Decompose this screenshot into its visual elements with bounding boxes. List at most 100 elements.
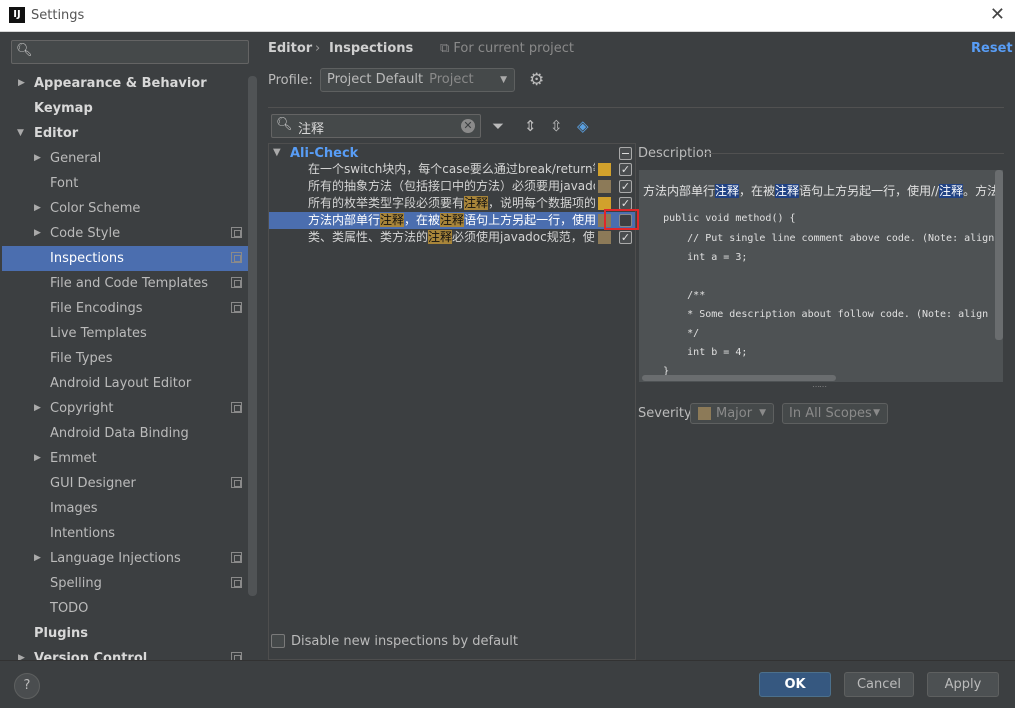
project-scope-icon bbox=[231, 252, 242, 263]
severity-color-swatch bbox=[698, 407, 711, 420]
chevron-down-icon[interactable]: ▼ bbox=[273, 147, 281, 158]
inspection-checkbox[interactable]: ✓ bbox=[619, 163, 632, 176]
sidebar-item-label: Color Scheme bbox=[50, 201, 141, 216]
inspection-row[interactable]: 所有的枚举类型字段必须要有注释，说明每个数据项的用途 ✓ bbox=[269, 195, 635, 212]
chevron-right-icon[interactable]: ▶ bbox=[34, 396, 41, 421]
settings-search-input[interactable]: 🔍︎ bbox=[11, 40, 249, 64]
ok-button[interactable]: OK bbox=[759, 672, 831, 697]
code-line: * Some description about follow code. (N… bbox=[639, 309, 989, 320]
chevron-right-icon[interactable]: ▶ bbox=[34, 546, 41, 571]
sidebar-item-code-style[interactable]: ▶ Code Style bbox=[2, 221, 257, 246]
inspection-row-selected[interactable]: 方法内部单行注释，在被注释语句上方另起一行，使用//注释 bbox=[269, 212, 635, 229]
sidebar-item-appearance-behavior[interactable]: ▶ Appearance & Behavior bbox=[2, 71, 257, 96]
sidebar-item-label: Inspections bbox=[50, 251, 124, 266]
sidebar-item-font[interactable]: Font bbox=[2, 171, 257, 196]
close-icon[interactable]: ✕ bbox=[990, 5, 1005, 25]
sidebar-item-file-code-templates[interactable]: File and Code Templates bbox=[2, 271, 257, 296]
cancel-button[interactable]: Cancel bbox=[844, 672, 914, 697]
sidebar-item-editor[interactable]: ▼ Editor bbox=[2, 121, 257, 146]
breadcrumb-editor: Editor bbox=[268, 41, 313, 56]
scope-value: In All Scopes bbox=[789, 406, 872, 421]
sidebar-item-label: File Encodings bbox=[50, 301, 143, 316]
for-project-text: For current project bbox=[453, 41, 575, 56]
sidebar-item-label: Keymap bbox=[34, 101, 93, 116]
severity-dropdown[interactable]: Major ▼ bbox=[690, 403, 774, 424]
inspection-row[interactable]: 所有的抽象方法（包括接口中的方法）必须要用javadoc注释 ✓ bbox=[269, 178, 635, 195]
severity-color-swatch bbox=[598, 180, 611, 193]
sidebar-item-file-encodings[interactable]: File Encodings bbox=[2, 296, 257, 321]
code-line: /** bbox=[639, 290, 706, 301]
sidebar-item-language-injections[interactable]: ▶ Language Injections bbox=[2, 546, 257, 571]
description-vertical-scrollbar[interactable] bbox=[995, 170, 1003, 340]
project-scope-icon bbox=[231, 552, 242, 563]
filter-icon[interactable]: ⏷ bbox=[492, 117, 504, 135]
chevron-down-icon: ▼ bbox=[759, 408, 766, 418]
chevron-right-icon[interactable]: ▶ bbox=[34, 446, 41, 471]
window-title: Settings bbox=[31, 8, 85, 23]
inspection-checkbox[interactable]: ✓ bbox=[619, 231, 632, 244]
group-partial-checkbox[interactable] bbox=[619, 147, 632, 160]
inspection-search-input[interactable]: 🔍︎ 注释 ✕ bbox=[271, 114, 481, 138]
expand-all-icon[interactable]: ⇕ bbox=[524, 117, 537, 135]
reset-to-default-icon[interactable]: ◈ bbox=[577, 117, 589, 135]
chevron-right-icon[interactable]: ▶ bbox=[18, 71, 25, 96]
sidebar-item-images[interactable]: Images bbox=[2, 496, 257, 521]
profile-dropdown[interactable]: Project Default Project ▼ bbox=[320, 68, 515, 92]
help-button[interactable]: ? bbox=[14, 673, 40, 699]
sidebar-item-keymap[interactable]: Keymap bbox=[2, 96, 257, 121]
project-scope-icon: ⧉ bbox=[440, 41, 454, 56]
sidebar-item-label: Android Data Binding bbox=[50, 426, 189, 441]
chevron-down-icon[interactable]: ▼ bbox=[17, 121, 24, 146]
sidebar-item-label: General bbox=[50, 151, 102, 166]
profile-label: Profile: bbox=[268, 73, 313, 88]
sidebar-scrollbar[interactable] bbox=[248, 76, 257, 596]
clear-search-icon[interactable]: ✕ bbox=[461, 119, 475, 133]
breadcrumb-inspections: Inspections bbox=[329, 41, 414, 56]
sidebar-item-android-data-binding[interactable]: Android Data Binding bbox=[2, 421, 257, 446]
sidebar-item-todo[interactable]: TODO bbox=[2, 596, 257, 621]
severity-label: Severity: bbox=[638, 406, 696, 421]
sidebar-item-intentions[interactable]: Intentions bbox=[2, 521, 257, 546]
splitter-grip-icon[interactable]: ⋯⋯ bbox=[812, 382, 827, 391]
sidebar-item-general[interactable]: ▶ General bbox=[2, 146, 257, 171]
reset-link[interactable]: Reset bbox=[971, 41, 1013, 56]
inspection-row[interactable]: 在一个switch块内，每个case要么通过break/return等来终止，要… bbox=[269, 161, 635, 178]
inspection-checkbox[interactable]: ✓ bbox=[619, 180, 632, 193]
sidebar-item-live-templates[interactable]: Live Templates bbox=[2, 321, 257, 346]
sidebar-item-spelling[interactable]: Spelling bbox=[2, 571, 257, 596]
sidebar-item-emmet[interactable]: ▶ Emmet bbox=[2, 446, 257, 471]
sidebar-item-label: Emmet bbox=[50, 451, 97, 466]
code-line: int b = 4; bbox=[639, 347, 748, 358]
sidebar-item-file-types[interactable]: File Types bbox=[2, 346, 257, 371]
severity-color-swatch bbox=[598, 231, 611, 244]
chevron-right-icon[interactable]: ▶ bbox=[34, 196, 41, 221]
description-panel[interactable]: 方法内部单行注释，在被注释语句上方另起一行，使用//注释。方法 public v… bbox=[639, 170, 1003, 382]
apply-button[interactable]: Apply bbox=[927, 672, 999, 697]
sidebar-item-gui-designer[interactable]: GUI Designer bbox=[2, 471, 257, 496]
inspection-row[interactable]: 类、类属性、类方法的注释必须使用javadoc规范，使用/**内容*/格式 ✓ bbox=[269, 229, 635, 246]
sidebar-item-label: GUI Designer bbox=[50, 476, 136, 491]
code-line: */ bbox=[639, 328, 700, 339]
scope-dropdown[interactable]: In All Scopes ▼ bbox=[782, 403, 888, 424]
chevron-right-icon[interactable]: ▶ bbox=[18, 646, 25, 660]
sidebar-item-android-layout-editor[interactable]: Android Layout Editor bbox=[2, 371, 257, 396]
annotation-highlight-box bbox=[604, 209, 639, 230]
chevron-right-icon[interactable]: ▶ bbox=[34, 146, 41, 171]
sidebar-item-label: TODO bbox=[50, 601, 89, 616]
disable-new-inspections-checkbox[interactable] bbox=[271, 634, 285, 648]
sidebar-item-plugins[interactable]: Plugins bbox=[2, 621, 257, 646]
sidebar-item-version-control[interactable]: ▶ Version Control bbox=[2, 646, 257, 660]
severity-color-swatch bbox=[598, 163, 611, 176]
description-horizontal-scrollbar[interactable] bbox=[642, 375, 836, 381]
sidebar-item-color-scheme[interactable]: ▶ Color Scheme bbox=[2, 196, 257, 221]
sidebar-item-copyright[interactable]: ▶ Copyright bbox=[2, 396, 257, 421]
search-value: 注释 bbox=[298, 122, 325, 137]
project-scope-icon bbox=[231, 652, 242, 660]
project-scope-icon bbox=[231, 302, 242, 313]
sidebar-item-inspections[interactable]: Inspections bbox=[2, 246, 257, 271]
gear-icon[interactable]: ⚙ bbox=[529, 70, 544, 90]
chevron-right-icon[interactable]: ▶ bbox=[34, 221, 41, 246]
title-bar: IJ Settings ✕ bbox=[0, 0, 1015, 32]
intellij-app-icon: IJ bbox=[9, 7, 25, 23]
collapse-all-icon[interactable]: ⇳ bbox=[550, 117, 563, 135]
